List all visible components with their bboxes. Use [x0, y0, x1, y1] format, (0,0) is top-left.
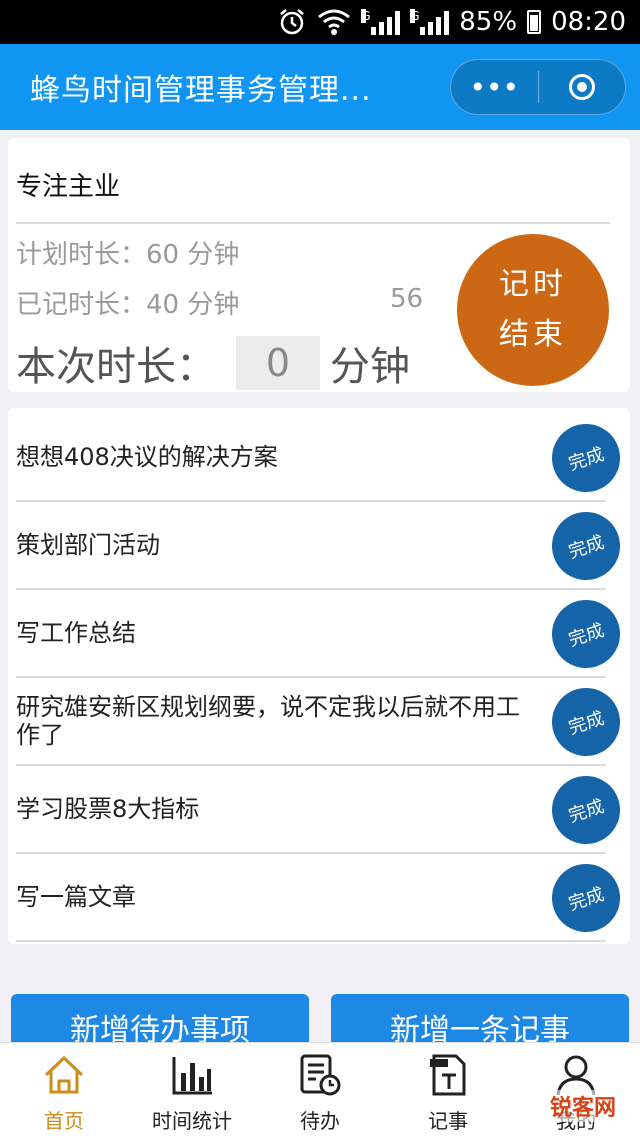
end-timer-button[interactable]: 记时 结束 [457, 234, 609, 386]
home-icon [44, 1055, 84, 1094]
todo-item[interactable]: 学习股票8大指标 完成 [16, 766, 629, 854]
todo-item[interactable]: 想想408决议的解决方案 完成 [16, 414, 629, 502]
wifi-icon [318, 9, 351, 35]
complete-button[interactable]: 完成 [543, 591, 629, 677]
target-icon [568, 74, 595, 100]
tab-label: 待办 [300, 1109, 340, 1133]
todo-item[interactable]: 写一篇文章 完成 [16, 854, 629, 942]
divider [16, 222, 610, 224]
watermark: 锐客网 [549, 1090, 616, 1122]
complete-button[interactable]: 完成 [543, 855, 629, 941]
todo-text: 策划部门活动 [16, 531, 160, 559]
tab-home[interactable]: 首页 [0, 1043, 128, 1138]
miniprogram-capsule: ••• [450, 59, 626, 115]
page-title: 蜂鸟时间管理事务管理... [30, 73, 372, 108]
signal-icon: G [361, 9, 401, 35]
current-task-name: 专注主业 [16, 172, 121, 202]
tab-label: 记事 [428, 1109, 468, 1133]
alarm-icon [280, 9, 305, 35]
todo-text: 想想408决议的解决方案 [16, 443, 278, 471]
todo-text: 学习股票8大指标 [16, 795, 200, 823]
complete-button[interactable]: 完成 [543, 767, 629, 853]
signal-icon-2: G [410, 9, 450, 35]
status-bar: G G 85% 08:20 [0, 0, 640, 44]
current-duration-value: 0 [236, 336, 320, 390]
end-button-line1: 记时 [499, 267, 567, 302]
tab-time-stats[interactable]: 时间统计 [128, 1043, 256, 1138]
todo-text: 写一篇文章 [16, 883, 136, 911]
current-duration-label: 本次时长： [16, 344, 216, 390]
todo-clock-icon [300, 1054, 341, 1096]
battery-icon [527, 10, 542, 34]
todo-text: 写工作总结 [16, 619, 136, 647]
header-bar: 蜂鸟时间管理事务管理... ••• [0, 44, 640, 130]
tab-bar: 首页 时间统计 待办 记事 我的 [0, 1042, 640, 1138]
current-duration: 本次时长： 0 分钟 [16, 334, 410, 392]
bar-chart-icon [172, 1057, 212, 1095]
todo-item[interactable]: 策划部门活动 完成 [16, 502, 629, 590]
end-button-line2: 结束 [499, 317, 567, 352]
complete-button[interactable]: 完成 [543, 679, 629, 765]
clock: 08:20 [551, 7, 626, 37]
todo-text: 研究雄安新区规划纲要，说不定我以后就不用工作了 [16, 693, 520, 749]
complete-button[interactable]: 完成 [543, 415, 629, 501]
tab-label: 时间统计 [152, 1109, 232, 1133]
todo-item[interactable]: 研究雄安新区规划纲要，说不定我以后就不用工作了 完成 [16, 678, 629, 766]
planned-duration: 计划时长：60 分钟 [16, 240, 240, 270]
todo-item[interactable]: 写工作总结 完成 [16, 590, 629, 678]
tab-todo[interactable]: 待办 [256, 1043, 384, 1138]
tab-notes[interactable]: 记事 [384, 1043, 512, 1138]
recorded-duration: 已记时长：40 分钟 [16, 290, 240, 320]
more-menu-icon[interactable]: ••• [451, 71, 538, 104]
txt-note-icon [430, 1054, 466, 1096]
close-target-button[interactable] [539, 74, 626, 100]
current-duration-unit: 分钟 [330, 344, 410, 390]
tab-label: 首页 [44, 1109, 84, 1133]
todo-list: 想想408决议的解决方案 完成 策划部门活动 完成 写工作总结 完成 研究雄安新… [8, 408, 630, 944]
timer-card: 专注主业 计划时长：60 分钟 已记时长：40 分钟 56 本次时长： 0 分钟… [8, 138, 630, 392]
complete-button[interactable]: 完成 [543, 503, 629, 589]
seconds-counter: 56 [390, 284, 424, 314]
battery-percent: 85% [459, 7, 518, 37]
